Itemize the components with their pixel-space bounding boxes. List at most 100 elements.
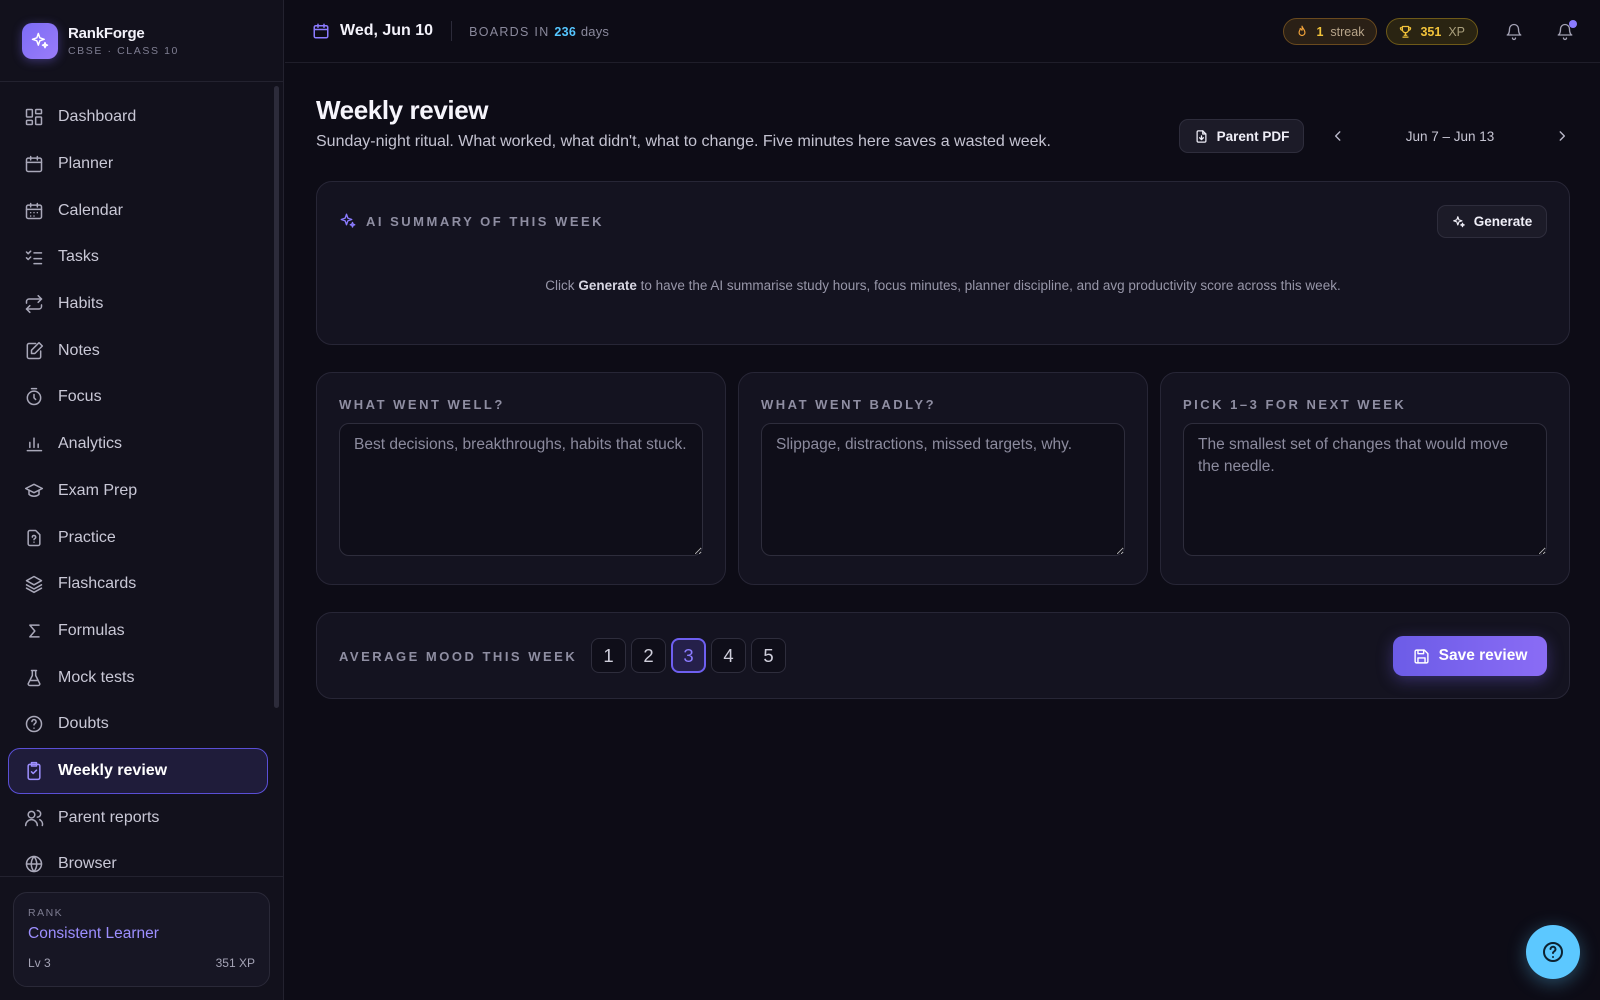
- ai-summary-card: AI SUMMARY OF THIS WEEK Generate Click G…: [316, 181, 1570, 345]
- timer-icon: [23, 386, 45, 408]
- sidebar-item-label: Planner: [58, 155, 114, 173]
- boards-suffix: days: [580, 23, 610, 39]
- calendar-icon: [312, 22, 330, 40]
- notifications-button[interactable]: [1545, 12, 1585, 52]
- boards-prefix: BOARDS IN: [469, 24, 550, 39]
- sidebar-item-formulas[interactable]: Formulas: [8, 608, 268, 655]
- sidebar-item-flashcards[interactable]: Flashcards: [8, 561, 268, 608]
- sidebar-item-label: Practice: [58, 528, 116, 546]
- went-badly-textarea[interactable]: [761, 423, 1125, 556]
- users-icon: [23, 807, 45, 829]
- sidebar-item-mock-tests[interactable]: Mock tests: [8, 654, 268, 701]
- sidebar-item-planner[interactable]: Planner: [8, 141, 268, 188]
- went-well-card: WHAT WENT WELL?: [316, 372, 726, 585]
- went-well-textarea[interactable]: [339, 423, 703, 556]
- sidebar-item-weekly-review[interactable]: Weekly review: [8, 747, 268, 795]
- help-button[interactable]: [1526, 925, 1580, 979]
- hint-bold: Generate: [578, 278, 637, 293]
- save-review-button[interactable]: Save review: [1393, 636, 1547, 676]
- trophy-icon: [1398, 24, 1413, 39]
- sidebar-item-analytics[interactable]: Analytics: [8, 421, 268, 468]
- notes-icon: [23, 340, 45, 362]
- checklist-icon: [23, 246, 45, 268]
- parent-pdf-label: Parent PDF: [1216, 128, 1290, 144]
- sidebar-item-calendar[interactable]: Calendar: [8, 187, 268, 234]
- mood-option-3[interactable]: 3: [671, 638, 706, 673]
- calendar-grid-icon: [23, 200, 45, 222]
- bar-chart-icon: [23, 433, 45, 455]
- streak-count: 1: [1316, 24, 1324, 39]
- brand-subtitle: CBSE · CLASS 10: [68, 44, 179, 57]
- sidebar-item-label: Parent reports: [58, 808, 160, 826]
- layers-icon: [23, 573, 45, 595]
- mood-card: AVERAGE MOOD THIS WEEK 12345 Save review: [316, 612, 1570, 699]
- page-title: Weekly review: [316, 95, 489, 125]
- mood-option-5[interactable]: 5: [751, 638, 786, 673]
- next-week-heading: PICK 1–3 FOR NEXT WEEK: [1183, 397, 1407, 412]
- chevron-right-icon: [1559, 131, 1566, 141]
- streak-label: streak: [1330, 24, 1365, 39]
- help-circle-icon: [1543, 942, 1563, 962]
- clipboard-check-icon: [23, 760, 45, 782]
- rank-level: Lv 3: [28, 956, 51, 970]
- parent-pdf-button[interactable]: Parent PDF: [1179, 119, 1304, 153]
- globe-icon: [23, 853, 45, 875]
- sidebar-item-dashboard[interactable]: Dashboard: [8, 94, 268, 141]
- calendar-icon: [23, 153, 45, 175]
- went-badly-card: WHAT WENT BADLY?: [738, 372, 1148, 585]
- xp-label: XP: [1448, 24, 1465, 39]
- flame-icon: [1295, 25, 1309, 39]
- sidebar-item-browser[interactable]: Browser: [8, 841, 268, 888]
- sidebar-item-habits[interactable]: Habits: [8, 281, 268, 328]
- next-week-textarea[interactable]: [1183, 423, 1547, 556]
- sidebar-scrollbar[interactable]: [274, 86, 279, 708]
- next-week-button[interactable]: [1549, 123, 1575, 149]
- divider: [0, 876, 284, 877]
- dashboard-icon: [23, 106, 45, 128]
- sidebar-item-label: Mock tests: [58, 668, 135, 686]
- sidebar-item-exam-prep[interactable]: Exam Prep: [8, 468, 268, 515]
- help-circle-icon: [23, 713, 45, 735]
- sidebar-item-notes[interactable]: Notes: [8, 327, 268, 374]
- sidebar-item-focus[interactable]: Focus: [8, 374, 268, 421]
- mood-options: 12345: [591, 638, 791, 673]
- file-download-icon: [1194, 129, 1209, 144]
- sidebar-item-label: Tasks: [58, 248, 99, 266]
- reminders-bell-button[interactable]: [1494, 12, 1534, 52]
- mood-option-1[interactable]: 1: [591, 638, 626, 673]
- rank-title: Consistent Learner: [28, 925, 159, 942]
- rank-xp: 351 XP: [215, 956, 255, 970]
- bell-icon: [1505, 23, 1523, 41]
- streak-badge[interactable]: 1 streak: [1283, 18, 1378, 45]
- week-navigator: Jun 7 – Jun 13: [1325, 119, 1575, 153]
- sidebar-item-practice[interactable]: Practice: [8, 514, 268, 561]
- sigma-icon: [23, 620, 45, 642]
- xp-count: 351: [1420, 24, 1442, 39]
- sidebar-item-label: Analytics: [58, 435, 123, 453]
- previous-week-button[interactable]: [1325, 123, 1351, 149]
- brand-name: RankForge: [68, 24, 145, 42]
- repeat-icon: [23, 293, 45, 315]
- brand[interactable]: RankForge CBSE · CLASS 10: [0, 0, 283, 82]
- sidebar-item-label: Weekly review: [58, 761, 168, 779]
- sidebar-item-label: Doubts: [58, 715, 109, 733]
- notification-dot: [1569, 19, 1577, 28]
- mood-option-4[interactable]: 4: [711, 638, 746, 673]
- sidebar-item-label: Calendar: [58, 201, 123, 219]
- mood-option-2[interactable]: 2: [631, 638, 666, 673]
- sidebar-item-label: Notes: [58, 341, 100, 359]
- sidebar-item-tasks[interactable]: Tasks: [8, 234, 268, 281]
- chevron-left-icon: [1334, 131, 1341, 141]
- sidebar-item-doubts[interactable]: Doubts: [8, 701, 268, 748]
- hint-suffix: to have the AI summarise study hours, fo…: [640, 278, 1341, 293]
- sidebar-item-label: Habits: [58, 295, 104, 313]
- save-icon: [1413, 648, 1430, 665]
- generate-button[interactable]: Generate: [1437, 205, 1547, 238]
- rank-card: RANK Consistent Learner Lv 3 351 XP: [13, 892, 270, 987]
- sidebar-item-label: Focus: [58, 388, 102, 406]
- sidebar-item-parent-reports[interactable]: Parent reports: [8, 794, 268, 841]
- rank-label: RANK: [28, 907, 64, 919]
- sidebar-item-label: Dashboard: [58, 108, 137, 126]
- sidebar-nav: Dashboard Planner Calendar Tasks Habits Notes…: [8, 94, 268, 888]
- xp-badge[interactable]: 351 XP: [1386, 18, 1478, 45]
